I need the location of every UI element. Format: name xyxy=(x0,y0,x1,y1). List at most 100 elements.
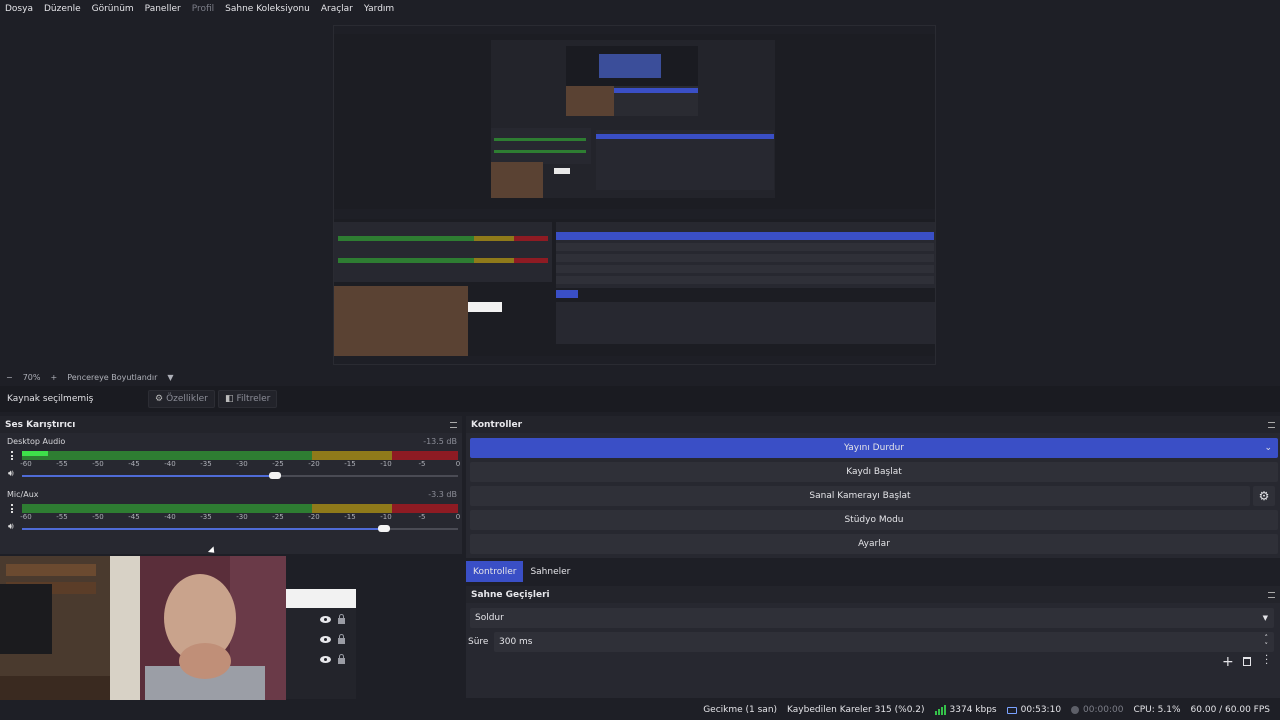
audio-mixer-title-bar: Ses Karıştırıcı xyxy=(0,416,462,433)
duration-value: 300 ms xyxy=(499,637,533,647)
controls-dock: Kontroller Yayını Durdur ⌄ Kaydı Başlat … xyxy=(466,416,1280,558)
meter-tick-label: -40 xyxy=(164,460,176,468)
transitions-title-bar: Sahne Geçişleri xyxy=(466,586,1280,603)
meter-tick-label: 0 xyxy=(455,460,461,468)
gear-icon[interactable]: ⚙ xyxy=(1253,486,1275,506)
settings-label: Ayarlar xyxy=(858,539,890,549)
menu-sahne-koleksiyonu[interactable]: Sahne Koleksiyonu xyxy=(225,4,310,14)
meter-tick-label: -10 xyxy=(380,460,392,468)
menu-profil[interactable]: Profil xyxy=(192,4,214,14)
meter-tick-label: -40 xyxy=(164,513,176,521)
tab-sahneler[interactable]: Sahneler xyxy=(523,561,577,582)
dock-float-icon[interactable] xyxy=(450,421,457,428)
lock-icon[interactable] xyxy=(338,654,345,664)
controls-title: Kontroller xyxy=(471,419,523,430)
meter-tick-label: 0 xyxy=(455,513,461,521)
menu-gorunum[interactable]: Görünüm xyxy=(92,4,134,14)
filters-button[interactable]: ◧ Filtreler xyxy=(218,390,278,408)
start-virtual-camera-button[interactable]: Sanal Kamerayı Başlat xyxy=(470,486,1250,506)
volume-slider[interactable] xyxy=(22,472,458,479)
transition-type-select[interactable]: Soldur ▼ xyxy=(470,608,1274,628)
controls-title-bar: Kontroller xyxy=(466,416,1280,433)
settings-button[interactable]: Ayarlar xyxy=(470,534,1278,554)
meter-tick-label: -25 xyxy=(272,460,284,468)
source-row[interactable] xyxy=(320,634,345,644)
properties-button[interactable]: ⚙ Özellikler xyxy=(148,390,215,408)
studio-mode-button[interactable]: Stüdyo Modu xyxy=(470,510,1278,530)
start-recording-button[interactable]: Kaydı Başlat xyxy=(470,462,1278,482)
meter-tick-label: -15 xyxy=(344,460,356,468)
status-bar: Gecikme (1 san) Kaybedilen Kareler 315 (… xyxy=(0,700,1280,720)
stream-icon xyxy=(1006,706,1017,714)
webcam-overlay xyxy=(0,556,286,720)
scene-transitions-dock: Sahne Geçişleri Soldur ▼ Süre 300 ms ˄ ˅ … xyxy=(466,586,1280,698)
volume-slider-handle[interactable] xyxy=(268,472,281,479)
virtual-camera-label: Sanal Kamerayı Başlat xyxy=(809,491,911,501)
source-row[interactable] xyxy=(320,654,345,664)
eye-icon[interactable] xyxy=(320,616,331,623)
volume-slider[interactable] xyxy=(22,525,458,532)
meter-tick-label: -30 xyxy=(236,460,248,468)
bitrate-value: 3374 kbps xyxy=(949,705,997,715)
channel-db: -13.5 dB xyxy=(423,437,457,446)
chevron-down-icon[interactable]: ▼ xyxy=(167,373,173,382)
meter-tick-label: -35 xyxy=(200,460,212,468)
fps-counter: 60.00 / 60.00 FPS xyxy=(1190,705,1270,715)
stream-time-value: 00:53:10 xyxy=(1020,705,1062,715)
dock-float-icon[interactable] xyxy=(1268,591,1275,598)
no-source-label: Kaynak seçilmemiş xyxy=(7,394,94,404)
eye-icon[interactable] xyxy=(320,656,331,663)
volume-meter xyxy=(22,451,458,460)
speaker-icon[interactable]: 🔊︎ xyxy=(8,522,14,532)
menu-araclar[interactable]: Araçlar xyxy=(321,4,353,14)
source-context-bar: Kaynak seçilmemiş ⚙ Özellikler ◧ Filtrel… xyxy=(0,386,1280,412)
stop-stream-button[interactable]: Yayını Durdur ⌄ xyxy=(470,438,1278,458)
meter-tick-label: -35 xyxy=(200,513,212,521)
stop-stream-label: Yayını Durdur xyxy=(844,443,904,453)
meter-tick-label: -45 xyxy=(128,513,140,521)
audio-mixer-title: Ses Karıştırıcı xyxy=(5,419,76,430)
meter-level xyxy=(22,451,49,456)
spin-arrows-icon[interactable]: ˄ ˅ xyxy=(1265,634,1269,650)
meter-tick-label: -5 xyxy=(418,513,426,521)
chevron-down-icon[interactable]: ⌄ xyxy=(1264,443,1272,453)
volume-slider-handle[interactable] xyxy=(377,525,390,532)
zoom-out-button[interactable]: − xyxy=(6,373,13,382)
meter-tick-label: -55 xyxy=(56,460,68,468)
trash-icon[interactable] xyxy=(1243,657,1251,666)
sources-popup xyxy=(286,589,356,699)
record-dot-icon xyxy=(1071,706,1080,714)
meter-tick-label: -60 xyxy=(20,513,32,521)
duration-field[interactable]: 300 ms ˄ ˅ xyxy=(494,632,1274,652)
speaker-icon[interactable]: 🔊︎ xyxy=(8,469,14,479)
menu-duzenle[interactable]: Düzenle xyxy=(44,4,81,14)
eye-icon[interactable] xyxy=(320,636,331,643)
bitrate-indicator: 3374 kbps xyxy=(934,705,997,715)
transition-type-value: Soldur xyxy=(475,613,504,623)
lock-icon[interactable] xyxy=(338,614,345,624)
signal-bars-icon xyxy=(934,705,946,715)
cpu-usage: CPU: 5.1% xyxy=(1133,705,1181,715)
more-menu-icon[interactable]: · · · xyxy=(1265,652,1268,670)
menu-dosya[interactable]: Dosya xyxy=(5,4,33,14)
channel-menu-icon[interactable] xyxy=(11,504,14,513)
menu-paneller[interactable]: Paneller xyxy=(145,4,181,14)
stream-delay: Gecikme (1 san) xyxy=(703,705,778,715)
tab-kontroller[interactable]: Kontroller xyxy=(466,561,524,582)
gear-icon: ⚙ xyxy=(155,394,164,404)
preview-area[interactable] xyxy=(0,17,1280,369)
meter-tick-label: -60 xyxy=(20,460,32,468)
preview-canvas[interactable] xyxy=(333,25,936,365)
zoom-in-button[interactable]: + xyxy=(50,373,57,382)
menu-bar: Dosya Düzenle Görünüm Paneller Profil Sa… xyxy=(0,0,1280,17)
fit-to-window-label[interactable]: Pencereye Boyutlandır xyxy=(67,373,157,382)
lock-icon[interactable] xyxy=(338,634,345,644)
source-row[interactable] xyxy=(320,614,345,624)
dock-float-icon[interactable] xyxy=(1268,421,1275,428)
menu-yardim[interactable]: Yardım xyxy=(364,4,394,14)
preview-nested-capture xyxy=(334,26,935,364)
channel-menu-icon[interactable] xyxy=(11,451,14,460)
meter-tick-label: -10 xyxy=(380,513,392,521)
caret-down-icon: ▼ xyxy=(1262,614,1268,622)
add-icon[interactable]: + xyxy=(1222,654,1234,670)
